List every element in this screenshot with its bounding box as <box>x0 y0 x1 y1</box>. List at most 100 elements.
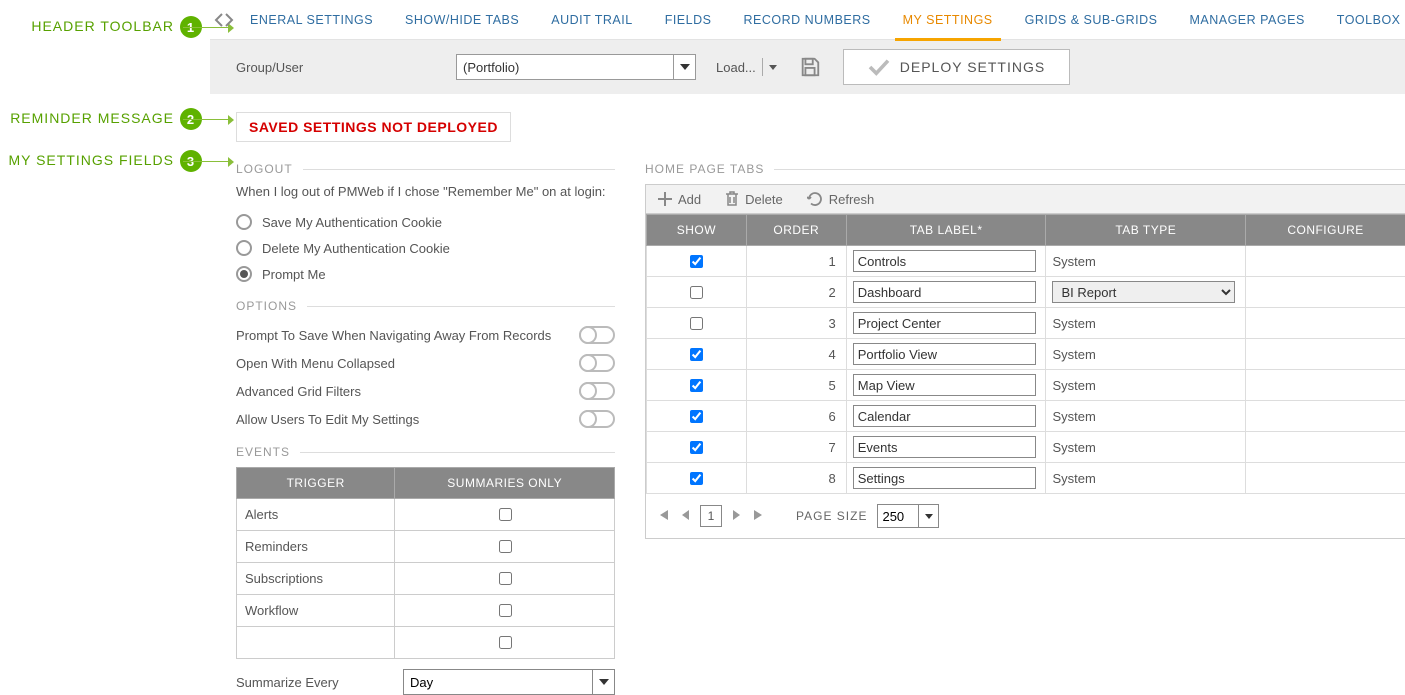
toggle[interactable] <box>579 354 615 372</box>
radio-label: Delete My Authentication Cookie <box>262 241 450 256</box>
tab-toolbox-settings[interactable]: TOOLBOX SETTINGS <box>1321 0 1405 40</box>
hometabs-row: 2BI Report <box>647 277 1405 308</box>
th-type[interactable]: TAB TYPE <box>1046 215 1246 246</box>
tab-eneral-settings[interactable]: ENERAL SETTINGS <box>234 0 389 40</box>
summarize-dropdown[interactable] <box>592 670 614 694</box>
grid-delete-button[interactable]: Delete <box>725 191 783 207</box>
chevron-down-icon <box>769 65 777 70</box>
tab-grids-sub-grids[interactable]: GRIDS & SUB-GRIDS <box>1009 0 1174 40</box>
toggle[interactable] <box>579 382 615 400</box>
radio-icon[interactable] <box>236 214 252 230</box>
events-row: Reminders <box>237 531 615 563</box>
summaries-checkbox[interactable] <box>499 540 512 553</box>
logout-option-2[interactable]: Prompt Me <box>236 261 615 287</box>
page-size-label: PAGE SIZE <box>796 509 867 523</box>
show-checkbox[interactable] <box>690 441 703 454</box>
tabtype-text: System <box>1052 378 1095 393</box>
tablabel-input[interactable] <box>853 436 1036 458</box>
show-checkbox[interactable] <box>690 255 703 268</box>
tabs-row: ENERAL SETTINGSSHOW/HIDE TABSAUDIT TRAIL… <box>210 0 1405 40</box>
show-checkbox[interactable] <box>690 348 703 361</box>
th-show[interactable]: SHOW <box>647 215 747 246</box>
hometabs-row: 8System <box>647 463 1405 494</box>
tablabel-input[interactable] <box>853 343 1036 365</box>
show-checkbox[interactable] <box>690 317 703 330</box>
home-tabs-table: SHOW ORDER TAB LABEL* TAB TYPE CONFIGURE… <box>646 214 1405 494</box>
page-size-select[interactable] <box>877 504 939 528</box>
hometabs-row: 1System <box>647 246 1405 277</box>
logout-option-0[interactable]: Save My Authentication Cookie <box>236 209 615 235</box>
pager-first[interactable] <box>656 508 670 525</box>
th-order[interactable]: ORDER <box>746 215 846 246</box>
hometabs-row: 7 System <box>647 432 1405 463</box>
pager-next[interactable] <box>732 508 742 525</box>
group-user-dropdown[interactable] <box>673 55 695 79</box>
deploy-button[interactable]: DEPLOY SETTINGS <box>843 49 1070 85</box>
summaries-checkbox[interactable] <box>499 636 512 649</box>
toggle[interactable] <box>579 326 615 344</box>
show-checkbox[interactable] <box>690 379 703 392</box>
page-size-dropdown[interactable] <box>918 505 938 527</box>
load-button[interactable]: Load... <box>716 58 777 76</box>
show-checkbox[interactable] <box>690 472 703 485</box>
options-section-title: OPTIONS <box>236 299 615 313</box>
toggle[interactable] <box>579 410 615 428</box>
tabtype-select[interactable]: BI Report <box>1052 281 1235 303</box>
tablabel-input[interactable] <box>853 281 1036 303</box>
chevron-down-icon <box>925 514 933 519</box>
group-user-input[interactable] <box>457 55 673 79</box>
tabs-scroll-left[interactable] <box>214 5 224 35</box>
tab-fields[interactable]: FIELDS <box>649 0 728 40</box>
summaries-checkbox[interactable] <box>499 508 512 521</box>
pager-prev[interactable] <box>680 508 690 525</box>
tablabel-input[interactable] <box>853 374 1036 396</box>
option-2: Advanced Grid Filters <box>236 377 615 405</box>
tab-record-numbers[interactable]: RECORD NUMBERS <box>727 0 886 40</box>
pager-current[interactable]: 1 <box>700 505 722 527</box>
save-button[interactable] <box>797 54 823 80</box>
radio-label: Save My Authentication Cookie <box>262 215 442 230</box>
load-label: Load... <box>716 60 756 75</box>
summaries-checkbox[interactable] <box>499 604 512 617</box>
th-config[interactable]: CONFIGURE <box>1246 215 1405 246</box>
summaries-checkbox[interactable] <box>499 572 512 585</box>
grid-refresh-button[interactable]: Refresh <box>807 191 875 207</box>
order-cell: 7 <box>746 432 846 463</box>
summarize-input[interactable] <box>404 670 592 694</box>
tablabel-input[interactable] <box>853 467 1036 489</box>
tab-show-hide-tabs[interactable]: SHOW/HIDE TABS <box>389 0 535 40</box>
tab-my-settings[interactable]: MY SETTINGS <box>887 0 1009 40</box>
tabtype-text: System <box>1052 409 1095 424</box>
pager-last[interactable] <box>752 508 766 525</box>
tablabel-input[interactable] <box>853 312 1036 334</box>
group-user-select[interactable] <box>456 54 696 80</box>
radio-icon[interactable] <box>236 266 252 282</box>
tabs-scroll-right-small[interactable] <box>224 5 234 35</box>
configure-cell <box>1246 308 1405 339</box>
tab-manager-pages[interactable]: MANAGER PAGES <box>1173 0 1320 40</box>
callout-3: MY SETTINGS FIELDS3 <box>0 150 210 172</box>
option-label: Open With Menu Collapsed <box>236 356 395 371</box>
tab-audit-trail[interactable]: AUDIT TRAIL <box>535 0 648 40</box>
grid-add-button[interactable]: Add <box>658 192 701 207</box>
th-label[interactable]: TAB LABEL* <box>846 215 1046 246</box>
show-checkbox[interactable] <box>690 286 703 299</box>
chevron-right-icon <box>224 13 234 27</box>
tablabel-input[interactable] <box>853 250 1036 272</box>
reminder-message: SAVED SETTINGS NOT DEPLOYED <box>236 112 511 142</box>
tablabel-input[interactable] <box>853 405 1036 427</box>
order-cell: 8 <box>746 463 846 494</box>
radio-icon[interactable] <box>236 240 252 256</box>
grid-hscroll[interactable]: SHOW ORDER TAB LABEL* TAB TYPE CONFIGURE… <box>646 214 1405 494</box>
load-dropdown[interactable] <box>762 58 777 76</box>
configure-cell <box>1246 246 1405 277</box>
summarize-select[interactable] <box>403 669 615 695</box>
tabtype-text: System <box>1052 316 1095 331</box>
check-icon <box>868 58 890 76</box>
logout-option-1[interactable]: Delete My Authentication Cookie <box>236 235 615 261</box>
show-checkbox[interactable] <box>690 410 703 423</box>
events-row: Alerts <box>237 499 615 531</box>
chevron-down-icon <box>680 64 690 70</box>
tabtype-text: System <box>1052 440 1095 455</box>
page-size-input[interactable] <box>878 505 918 527</box>
